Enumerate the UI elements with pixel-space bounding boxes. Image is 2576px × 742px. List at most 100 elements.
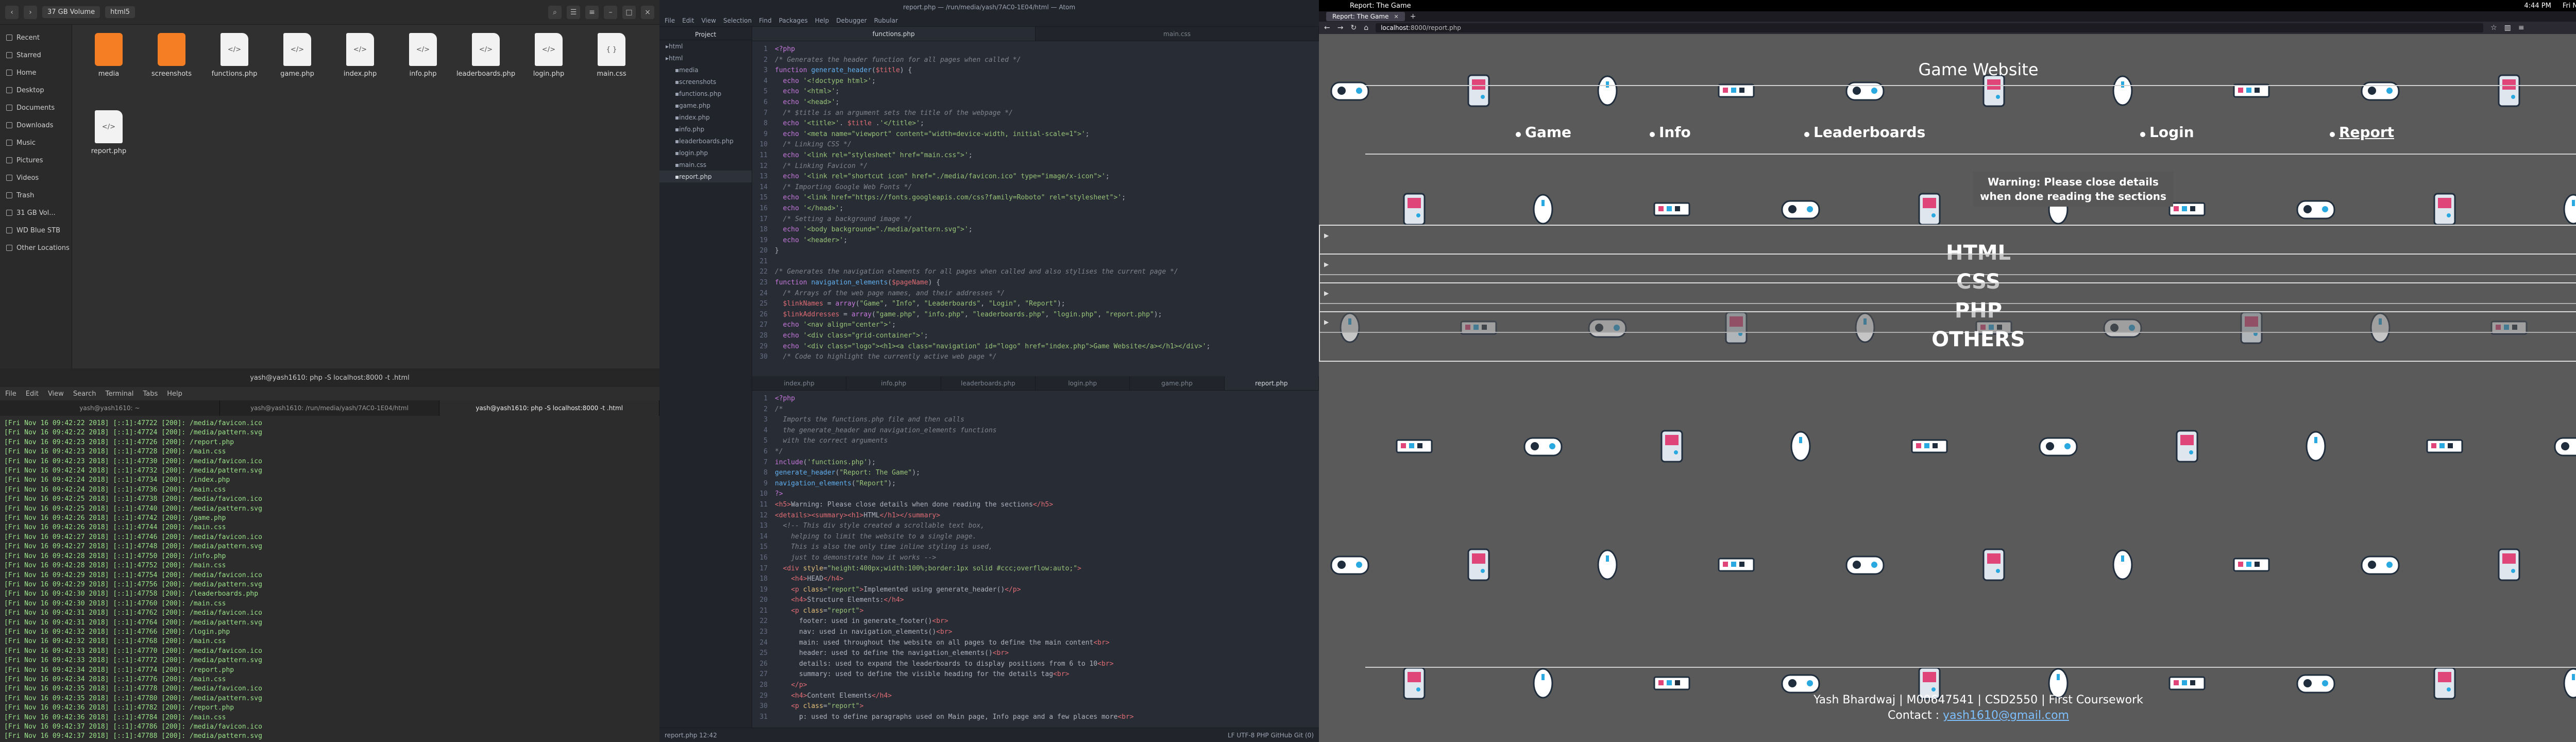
back-icon[interactable]: ‹: [5, 5, 19, 19]
atom-menu-item[interactable]: Selection: [723, 17, 752, 24]
terminal-menu-item[interactable]: File: [5, 390, 16, 398]
editor-tab[interactable]: functions.php: [752, 27, 1036, 41]
project-tree-item[interactable]: ▪ index.php: [659, 111, 752, 123]
project-tree-item[interactable]: ▸ html: [659, 52, 752, 64]
sidebar-item[interactable]: Other Locations: [0, 239, 72, 257]
atom-menu-item[interactable]: File: [665, 17, 675, 24]
sidebar-item[interactable]: Trash: [0, 187, 72, 204]
reload-icon[interactable]: ↻: [1350, 24, 1357, 32]
atom-menu-item[interactable]: Packages: [779, 17, 808, 24]
disclosure-icon[interactable]: ▶: [1324, 318, 1329, 326]
terminal-output[interactable]: [Fri Nov 16 09:42:22 2018] [::1]:47722 […: [0, 416, 659, 740]
disclosure-icon[interactable]: ▶: [1324, 232, 1329, 239]
sidebar-item[interactable]: Videos: [0, 169, 72, 187]
terminal-menu-item[interactable]: Terminal: [105, 390, 133, 398]
file-item[interactable]: screenshots: [140, 30, 203, 107]
project-tree-item[interactable]: ▪ screenshots: [659, 76, 752, 88]
library-icon[interactable]: ▥: [2504, 24, 2511, 32]
sidebar-item[interactable]: Desktop: [0, 81, 72, 99]
sidebar-item[interactable]: Starred: [0, 46, 72, 64]
project-tree-item[interactable]: ▪ functions.php: [659, 88, 752, 99]
atom-menu-item[interactable]: View: [701, 17, 716, 24]
terminal-menu-item[interactable]: Help: [167, 390, 182, 398]
terminal-menu-item[interactable]: View: [48, 390, 64, 398]
section-details-others[interactable]: ▶ OTHERS: [1319, 311, 2576, 362]
terminal-menu-item[interactable]: Edit: [26, 390, 39, 398]
editor-tab[interactable]: main.css: [1036, 27, 1319, 41]
nav-link-game[interactable]: Game: [1525, 124, 1571, 141]
sidebar-item[interactable]: 31 GB Vol...: [0, 204, 72, 222]
nav-link-report[interactable]: Report: [2339, 124, 2394, 141]
nav-link-info[interactable]: Info: [1659, 124, 1691, 141]
sidebar-item[interactable]: Home: [0, 64, 72, 81]
project-tree-item[interactable]: ▪ media: [659, 64, 752, 76]
file-item[interactable]: </> login.php: [517, 30, 580, 107]
disclosure-icon[interactable]: ▶: [1324, 290, 1329, 297]
editor-tab[interactable]: index.php: [752, 376, 847, 390]
file-item[interactable]: </> info.php: [392, 30, 454, 107]
file-item[interactable]: </> game.php: [266, 30, 329, 107]
file-item[interactable]: </> functions.php: [203, 30, 266, 107]
sidebar-item[interactable]: WD Blue STB: [0, 222, 72, 239]
file-item[interactable]: media: [77, 30, 140, 107]
atom-menu-item[interactable]: Find: [759, 17, 772, 24]
contact-email-link[interactable]: yash1610@gmail.com: [1943, 709, 2069, 722]
terminal-tab[interactable]: yash@yash1610: /run/media/yash/7AC0-1E04…: [220, 400, 440, 416]
file-item[interactable]: </> index.php: [329, 30, 392, 107]
sidebar-item[interactable]: Recent: [0, 29, 72, 46]
sidebar-item[interactable]: Music: [0, 134, 72, 151]
terminal-tab[interactable]: yash@yash1610: ~: [0, 400, 220, 416]
terminal-tab[interactable]: yash@yash1610: php -S localhost:8000 -t …: [439, 400, 660, 416]
new-tab-icon[interactable]: +: [1410, 12, 1416, 21]
minimize-icon[interactable]: –: [604, 5, 617, 19]
list-view-icon[interactable]: ☰: [567, 5, 580, 19]
sidebar-item[interactable]: Pictures: [0, 151, 72, 169]
nav-link-leaderboards[interactable]: Leaderboards: [1814, 124, 1925, 141]
code-functions-php[interactable]: 1 <?php 2/* Generates the header function…: [752, 41, 1319, 363]
close-icon[interactable]: ×: [641, 5, 654, 19]
project-tree-item[interactable]: ▪ main.css: [659, 159, 752, 171]
file-item[interactable]: </> leaderboards.php: [454, 30, 517, 107]
pattern-mouse-icon: [1533, 194, 1553, 225]
editor-tab[interactable]: leaderboards.php: [941, 376, 1036, 390]
browser-tab-active[interactable]: Report: The Game ✕: [1326, 12, 1405, 21]
forward-icon[interactable]: ›: [24, 5, 37, 19]
sidebar-item[interactable]: Documents: [0, 99, 72, 116]
project-tree-item[interactable]: ▪ game.php: [659, 99, 752, 111]
menu-icon[interactable]: ≡: [2518, 24, 2524, 32]
atom-menu-item[interactable]: Edit: [682, 17, 694, 24]
sidebar-item[interactable]: Downloads: [0, 116, 72, 134]
atom-menu-item[interactable]: Help: [815, 17, 829, 24]
close-tab-icon[interactable]: ✕: [1394, 13, 1399, 20]
terminal-menu-item[interactable]: Search: [73, 390, 96, 398]
location-folder[interactable]: html5: [105, 6, 135, 18]
forward-icon[interactable]: →: [1337, 24, 1344, 32]
site-title[interactable]: Game Website: [1319, 60, 2576, 79]
nav-link-login[interactable]: Login: [2149, 124, 2194, 141]
code-report-php[interactable]: 1 <?php 2/* 3 Imports the functions.php f…: [752, 391, 1319, 722]
editor-tab[interactable]: info.php: [846, 376, 941, 390]
home-icon[interactable]: ⌂: [1364, 24, 1368, 32]
search-icon[interactable]: ⌕: [548, 5, 562, 19]
file-item[interactable]: </> report.php: [77, 107, 140, 184]
editor-tab[interactable]: report.php: [1224, 376, 1319, 390]
project-tree-item[interactable]: ▪ leaderboards.php: [659, 135, 752, 147]
project-tree-item[interactable]: ▪ report.php: [659, 171, 752, 182]
maximize-icon[interactable]: □: [622, 5, 636, 19]
bookmark-icon[interactable]: ☆: [2490, 24, 2497, 32]
file-item[interactable]: { } main.css: [580, 30, 643, 107]
terminal-menu-item[interactable]: Tabs: [143, 390, 158, 398]
menu-icon[interactable]: ≡: [585, 5, 599, 19]
editor-tab[interactable]: game.php: [1130, 376, 1225, 390]
location-volume[interactable]: 37 GB Volume: [42, 6, 100, 18]
back-icon[interactable]: ←: [1324, 24, 1330, 32]
clock-date[interactable]: Fri Nov 16 09:48:44: [2563, 2, 2576, 10]
disclosure-icon[interactable]: ▶: [1324, 261, 1329, 268]
atom-menu-item[interactable]: Rubular: [874, 17, 898, 24]
editor-tab[interactable]: login.php: [1036, 376, 1130, 390]
project-tree-item[interactable]: ▸ html: [659, 40, 752, 52]
project-tree-item[interactable]: ▪ login.php: [659, 147, 752, 159]
project-tree-item[interactable]: ▪ info.php: [659, 123, 752, 135]
url-bar[interactable]: localhost:8000/report.php: [1376, 23, 2484, 32]
atom-menu-item[interactable]: Debugger: [836, 17, 867, 24]
